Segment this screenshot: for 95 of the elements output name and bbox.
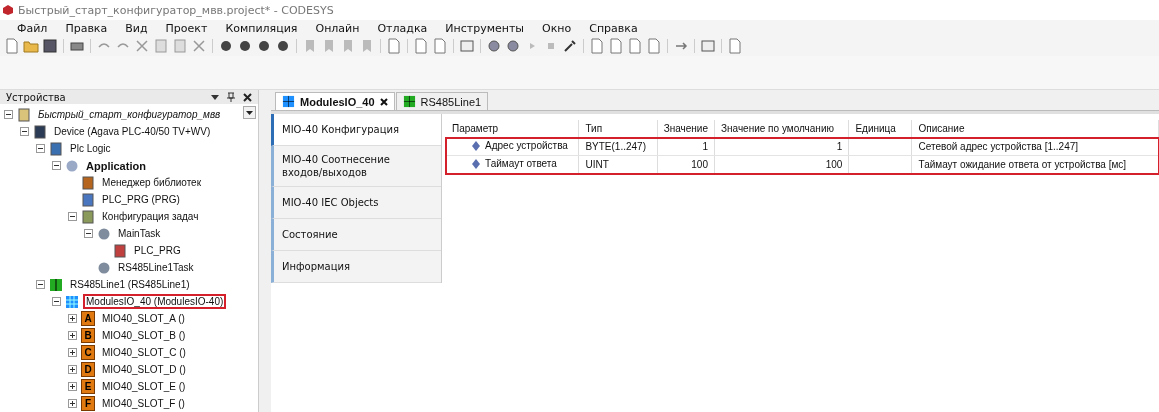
collapse-icon[interactable] [36,280,45,289]
menu-item[interactable]: Инструменты [445,21,524,35]
app-logo-icon [2,4,14,16]
panel-title: Устройства [6,91,66,103]
menu-item[interactable]: Правка [65,21,108,35]
page-icon[interactable] [627,38,643,54]
collapse-icon[interactable] [4,110,13,119]
side-tab[interactable]: Информация [271,251,441,283]
slot-icon: D [81,362,95,377]
slot-icon: C [81,345,95,360]
expand-icon[interactable] [68,314,77,323]
tree-item[interactable]: Быстрый_старт_конфигуратор_мвв [35,107,224,122]
table-cell: 100 [691,159,708,170]
side-tab[interactable]: Состояние [271,219,441,251]
collapse-icon[interactable] [52,297,61,306]
table-cell: BYTE(1..247) [585,141,646,152]
module-icon [282,95,295,108]
pin-icon[interactable] [227,92,235,102]
parameter-icon [472,140,480,151]
tree-item[interactable]: MIO40_SLOT_E () [99,379,189,394]
tree-item[interactable]: ModulesIO_40 (ModulesIO-40) [83,294,227,309]
tree-item[interactable]: RS485Line1Task [115,260,197,275]
expand-icon[interactable] [68,382,77,391]
collapse-icon[interactable] [36,144,45,153]
table-cell: Таймаут ожидание ответа от устройства [мс] [918,159,1127,170]
tree-item[interactable]: Plc Logic [67,141,114,156]
table-cell: 1 [702,141,708,152]
collapse-icon[interactable] [68,212,77,221]
side-tab[interactable]: MIO-40 IEC Objects [271,187,441,219]
dropdown-caret-icon[interactable] [243,106,256,119]
collapse-icon[interactable] [20,127,29,136]
side-tab[interactable]: MIO-40 Соотнесение входов/выходов [271,146,441,187]
menu-item[interactable]: Отладка [377,21,428,35]
page-icon[interactable] [727,38,743,54]
column-header[interactable]: Параметр [446,120,579,138]
menu-item[interactable]: Компиляция [225,21,298,35]
side-tab[interactable]: MIO-40 Конфигурация [271,114,441,146]
slot-icon: F [81,396,95,411]
del-icon[interactable] [191,38,207,54]
expand-icon[interactable] [68,331,77,340]
tree-item[interactable]: MIO40_SLOT_B () [99,328,189,343]
menu-item[interactable]: Проект [165,21,208,35]
expand-icon[interactable] [68,399,77,408]
parameter-icon [472,158,480,169]
table-cell: 1 [836,141,843,152]
expand-icon[interactable] [68,365,77,374]
menu-item[interactable]: Окно [542,21,572,35]
tree-item[interactable]: Менеджер библиотек [99,175,205,190]
column-header[interactable]: Тип [578,120,658,138]
bus-icon [49,277,63,292]
menu-item[interactable]: Вид [125,21,148,35]
tree-item[interactable]: Application [83,157,149,174]
page-icon[interactable] [608,38,624,54]
page-icon[interactable] [386,38,402,54]
bus-icon [402,95,416,108]
dropdown-caret-icon[interactable] [211,94,219,100]
menu-item[interactable]: Справка [589,21,638,35]
table-cell: Таймаут ответа [485,158,557,170]
editor-tab[interactable]: ModulesIO_40 [275,92,395,110]
table-cell: Сетевой адрес устройства [1..247] [918,141,1079,152]
menu-item[interactable]: Онлайн [315,21,360,35]
page-icon[interactable] [432,38,448,54]
module-icon [65,294,79,309]
table-cell: Адрес устройства [485,140,568,152]
column-header[interactable]: Значение по умолчанию [714,120,849,138]
doc-icon[interactable] [4,38,20,54]
page-icon[interactable] [589,38,605,54]
close-icon[interactable] [243,92,252,102]
collapse-icon[interactable] [52,161,61,170]
tree-item[interactable]: MIO40_SLOT_A () [99,311,188,326]
tree-item[interactable]: Конфигурация задач [99,209,202,224]
slot-icon: E [81,379,95,394]
tree-item[interactable]: RS485Line1 (RS485Line1) [67,277,193,292]
tree-item[interactable]: MIO40_SLOT_C () [99,345,189,360]
tree-item[interactable]: Device (Agava PLC-40/50 TV+WV) [51,124,214,139]
tree-item[interactable]: MIO40_SLOT_F () [99,396,188,411]
close-icon[interactable] [379,97,388,106]
expand-icon[interactable] [68,348,77,357]
page-icon[interactable] [646,38,662,54]
slot-icon: B [81,328,95,343]
column-header[interactable]: Единица [848,120,912,138]
table-cell: UINT [585,159,609,170]
page-icon[interactable] [413,38,429,54]
tree-item[interactable]: PLC_PRG [131,243,184,258]
editor-tab[interactable]: RS485Line1 [395,92,489,110]
menu-item[interactable]: Файл [17,21,48,35]
tree-item[interactable]: MIO40_SLOT_D () [99,362,189,377]
collapse-icon[interactable] [84,229,93,238]
column-header[interactable]: Значение [657,120,715,138]
tree-item[interactable]: PLC_PRG (PRG) [99,192,183,207]
tree-item[interactable]: MainTask [115,226,164,241]
window-title: Быстрый_старт_конфигуратор_мвв.project* - CODESYS [18,3,334,17]
column-header[interactable]: Описание [912,120,1159,138]
table-cell: 100 [825,159,843,170]
slot-icon: A [81,311,95,326]
